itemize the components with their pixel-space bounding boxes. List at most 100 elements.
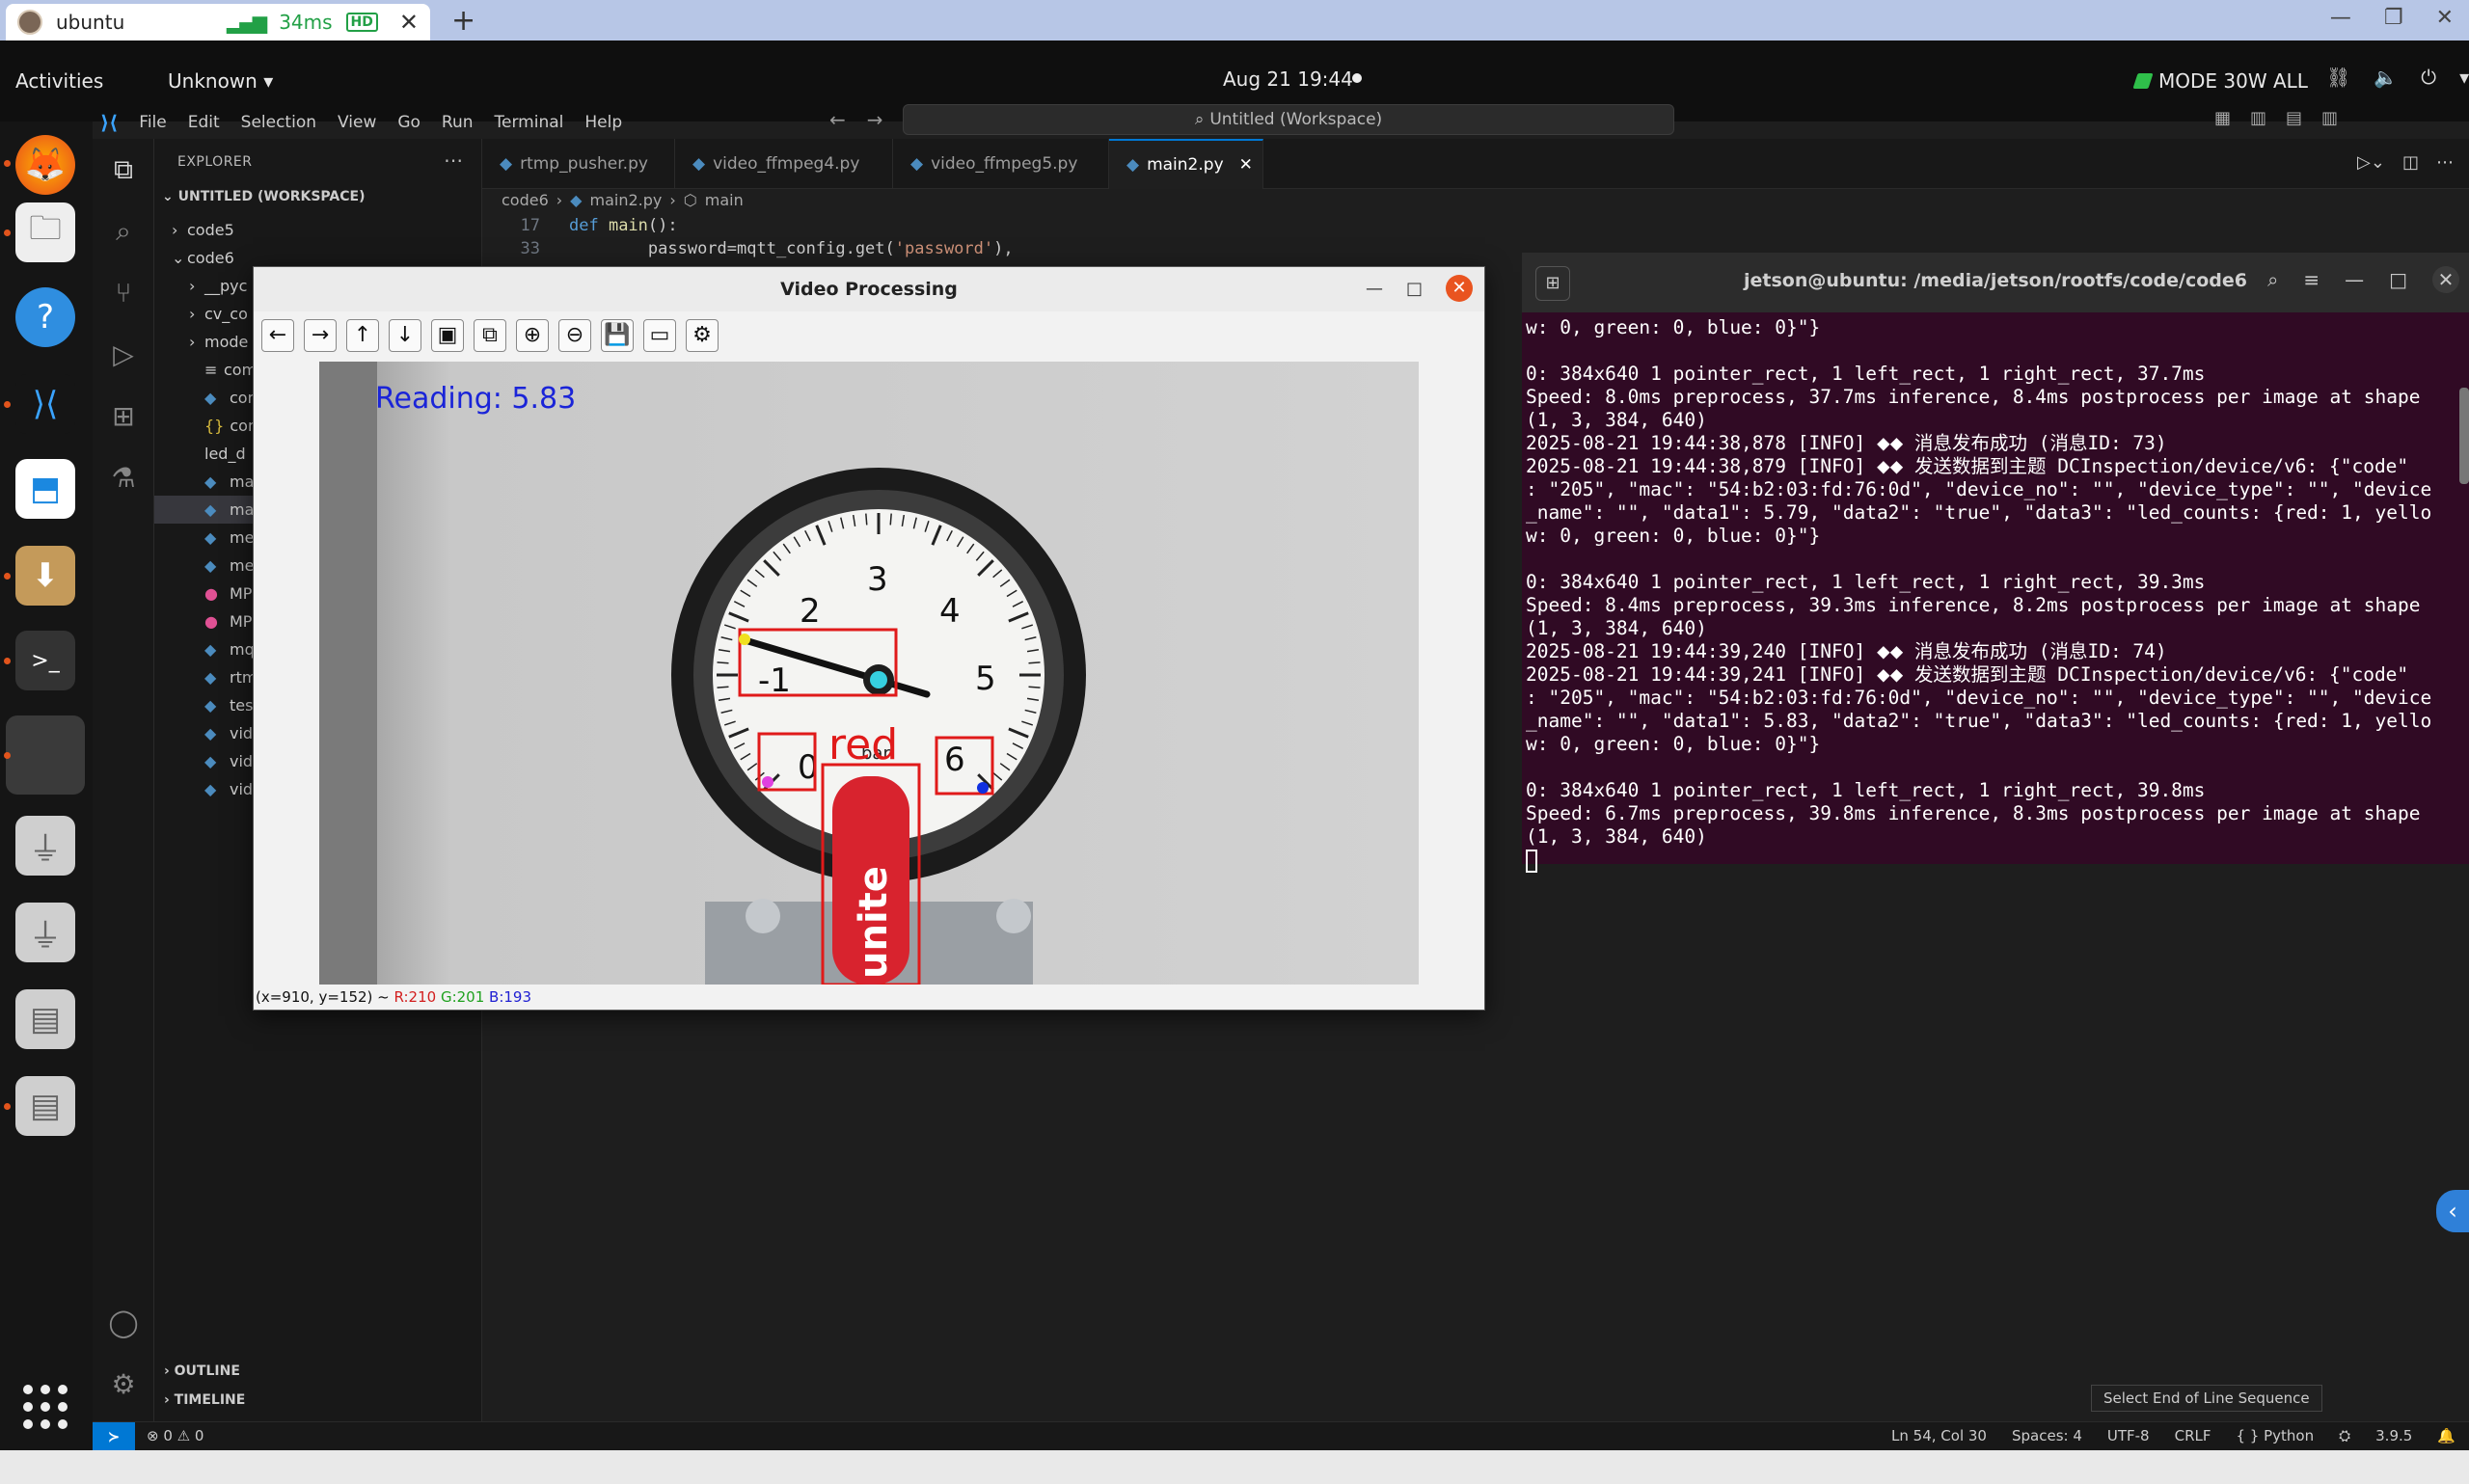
clock[interactable]: Aug 21 19:44 (1223, 67, 1353, 91)
zoom-window-icon[interactable]: ⧉ (474, 319, 506, 352)
menu-view[interactable]: View (338, 113, 376, 132)
bell-icon[interactable]: 🔔 (2437, 1427, 2455, 1444)
toggle-secondary-sidebar-icon[interactable]: ▥ (2321, 108, 2338, 128)
maximize-icon[interactable]: □ (1406, 279, 1423, 299)
vscode-icon[interactable]: ⟩⟨ (15, 374, 75, 434)
remote-session-tab[interactable]: ubuntu ▂▄▆ 34ms HD ✕ (6, 4, 430, 40)
eol[interactable]: CRLF (2175, 1427, 2211, 1444)
timeline-section[interactable]: › TIMELINE (164, 1392, 245, 1408)
power-icon[interactable]: ⏻ (2421, 66, 2436, 89)
toggle-panel-icon[interactable]: ▤ (2286, 108, 2302, 128)
sd-card-icon[interactable]: ▤ (15, 1076, 75, 1136)
active-window-icon[interactable] (6, 715, 85, 795)
menu-run[interactable]: Run (442, 113, 474, 132)
python-version[interactable]: 3.9.5 (2375, 1427, 2412, 1444)
remote-desktop-icon[interactable]: ⬒ (15, 459, 75, 519)
app-menu[interactable]: Unknown ▾ (168, 69, 273, 93)
chevron-down-icon[interactable]: ▾ (2459, 66, 2469, 89)
toggle-sidebar-icon[interactable]: ▥ (2250, 108, 2266, 128)
hamburger-menu-icon[interactable]: ≡ (2303, 268, 2320, 291)
menu-go[interactable]: Go (397, 113, 421, 132)
run-debug-icon[interactable]: ▷ (106, 337, 141, 372)
forward-arrow-icon[interactable]: → (867, 108, 883, 131)
extensions-icon[interactable]: ⊞ (106, 399, 141, 434)
minimize-button[interactable]: — (2330, 6, 2351, 30)
search-icon[interactable]: ⌕ (2267, 268, 2278, 291)
tab-video-ffmpeg4[interactable]: ◆ video_ffmpeg4.py (675, 139, 893, 189)
show-apps-icon[interactable] (23, 1385, 68, 1429)
command-center[interactable]: ⌕ Untitled (Workspace) (903, 104, 1674, 135)
back-arrow-icon[interactable]: ← (829, 108, 846, 131)
save-icon[interactable]: 💾 (601, 319, 634, 352)
testing-icon[interactable]: ⚗ (106, 461, 141, 496)
zoom-in-icon[interactable]: ⊕ (516, 319, 549, 352)
more-actions-icon[interactable]: ⋯ (444, 148, 463, 172)
terminal-output[interactable]: w: 0, green: 0, blue: 0}"} 0: 384x640 1 p… (1526, 316, 2463, 873)
collapse-panel-chevron-icon[interactable]: ‹ (2436, 1190, 2469, 1232)
settings-gear-icon[interactable]: ⚙ (106, 1367, 141, 1402)
encoding[interactable]: UTF-8 (2107, 1427, 2150, 1444)
maximize-icon[interactable]: □ (2389, 268, 2407, 291)
arrow-down-icon[interactable]: ↓ (389, 319, 421, 352)
menu-selection[interactable]: Selection (241, 113, 316, 132)
customize-layout-icon[interactable]: ▦ (2214, 108, 2231, 128)
zoom-out-icon[interactable]: ⊖ (558, 319, 591, 352)
close-window-button[interactable]: ✕ (2436, 6, 2454, 30)
properties-icon[interactable]: ⚙ (686, 319, 719, 352)
usb-drive-icon[interactable]: ⏚ (15, 903, 75, 962)
breadcrumb-file[interactable]: main2.py (589, 191, 662, 209)
arrow-right-icon[interactable]: → (304, 319, 337, 352)
files-icon[interactable]: 🗀 (15, 202, 75, 262)
split-editor-icon[interactable]: ◫ (2402, 152, 2419, 173)
minimize-icon[interactable]: — (1366, 279, 1383, 299)
search-icon[interactable]: ⌕ (106, 214, 141, 249)
terminal-icon[interactable]: >_ (15, 631, 75, 690)
language-mode[interactable]: { } Python (2237, 1427, 2315, 1444)
tab-rtmp-pusher[interactable]: ◆ rtmp_pusher.py (482, 139, 675, 189)
explorer-icon[interactable]: ⧉ (106, 152, 141, 187)
volume-icon[interactable]: 🔈 (2374, 66, 2398, 89)
problems-indicator[interactable]: ⊗ 0 ⚠ 0 (147, 1427, 203, 1444)
quality-badge[interactable]: HD (345, 13, 378, 32)
usb-drive-icon[interactable]: ⏚ (15, 816, 75, 876)
menu-help[interactable]: Help (584, 113, 622, 132)
arrow-left-icon[interactable]: ← (261, 319, 294, 352)
breadcrumb-symbol[interactable]: main (705, 191, 744, 209)
tab-video-ffmpeg5[interactable]: ◆ video_ffmpeg5.py (893, 139, 1109, 189)
remote-indicator-icon[interactable]: ≻ (93, 1422, 135, 1451)
video-window-titlebar[interactable]: Video Processing — □ ✕ (254, 267, 1484, 311)
menu-file[interactable]: File (139, 113, 166, 132)
sd-card-icon[interactable]: ▤ (15, 989, 75, 1049)
account-icon[interactable]: ◯ (106, 1306, 141, 1340)
close-tab-icon[interactable]: ✕ (399, 9, 419, 36)
help-icon[interactable]: ? (15, 287, 75, 347)
new-tab-button[interactable]: + (451, 4, 475, 38)
indentation[interactable]: Spaces: 4 (2012, 1427, 2082, 1444)
cursor-position[interactable]: Ln 54, Col 30 (1891, 1427, 1987, 1444)
breadcrumb-folder[interactable]: code6 (502, 191, 549, 209)
close-icon[interactable]: ✕ (2432, 266, 2459, 293)
archive-icon[interactable]: ⬇ (15, 546, 75, 606)
menu-terminal[interactable]: Terminal (495, 113, 564, 132)
terminal-scrollbar[interactable] (2459, 388, 2469, 484)
network-icon[interactable]: ⛓ (2326, 66, 2350, 89)
workspace-header[interactable]: ⌄ UNTITLED (WORKSPACE) (162, 189, 365, 204)
tree-item[interactable]: › code5 (154, 216, 480, 244)
tab-main2[interactable]: ◆ main2.py ✕ (1109, 139, 1263, 189)
restore-button[interactable]: ❐ (2384, 6, 2403, 30)
camera-frame[interactable]: -1 0 2 3 4 5 6 bar unite red Reading: 5.… (319, 362, 1419, 985)
minimize-icon[interactable]: — (2345, 268, 2364, 291)
close-tab-icon[interactable]: ✕ (1239, 155, 1253, 175)
menu-edit[interactable]: Edit (188, 113, 220, 132)
code-editor[interactable]: 17 def main(): 33 password=mqtt_config.ge… (502, 214, 1014, 260)
run-icon[interactable]: ▷⌄ (2357, 152, 2385, 173)
power-mode-indicator[interactable]: MODE 30W ALL (2132, 69, 2308, 93)
system-tray[interactable]: ⛓ 🔈 ⏻ ▾ (2326, 66, 2469, 89)
firefox-icon[interactable]: 🦊 (15, 135, 75, 195)
copilot-icon[interactable]: ⛭ (2339, 1427, 2350, 1444)
video-processing-window[interactable]: Video Processing — □ ✕ ← → ↑ ↓ ▣ ⧉ ⊕ ⊖ 💾 ▭ ⚙ (253, 266, 1485, 1011)
close-icon[interactable]: ✕ (1446, 275, 1473, 302)
activities-button[interactable]: Activities (15, 69, 103, 93)
terminal-window[interactable]: ⊞ jetson@ubuntu: /media/jetson/rootfs/co… (1522, 253, 2469, 873)
source-control-icon[interactable]: ⑂ (106, 276, 141, 310)
